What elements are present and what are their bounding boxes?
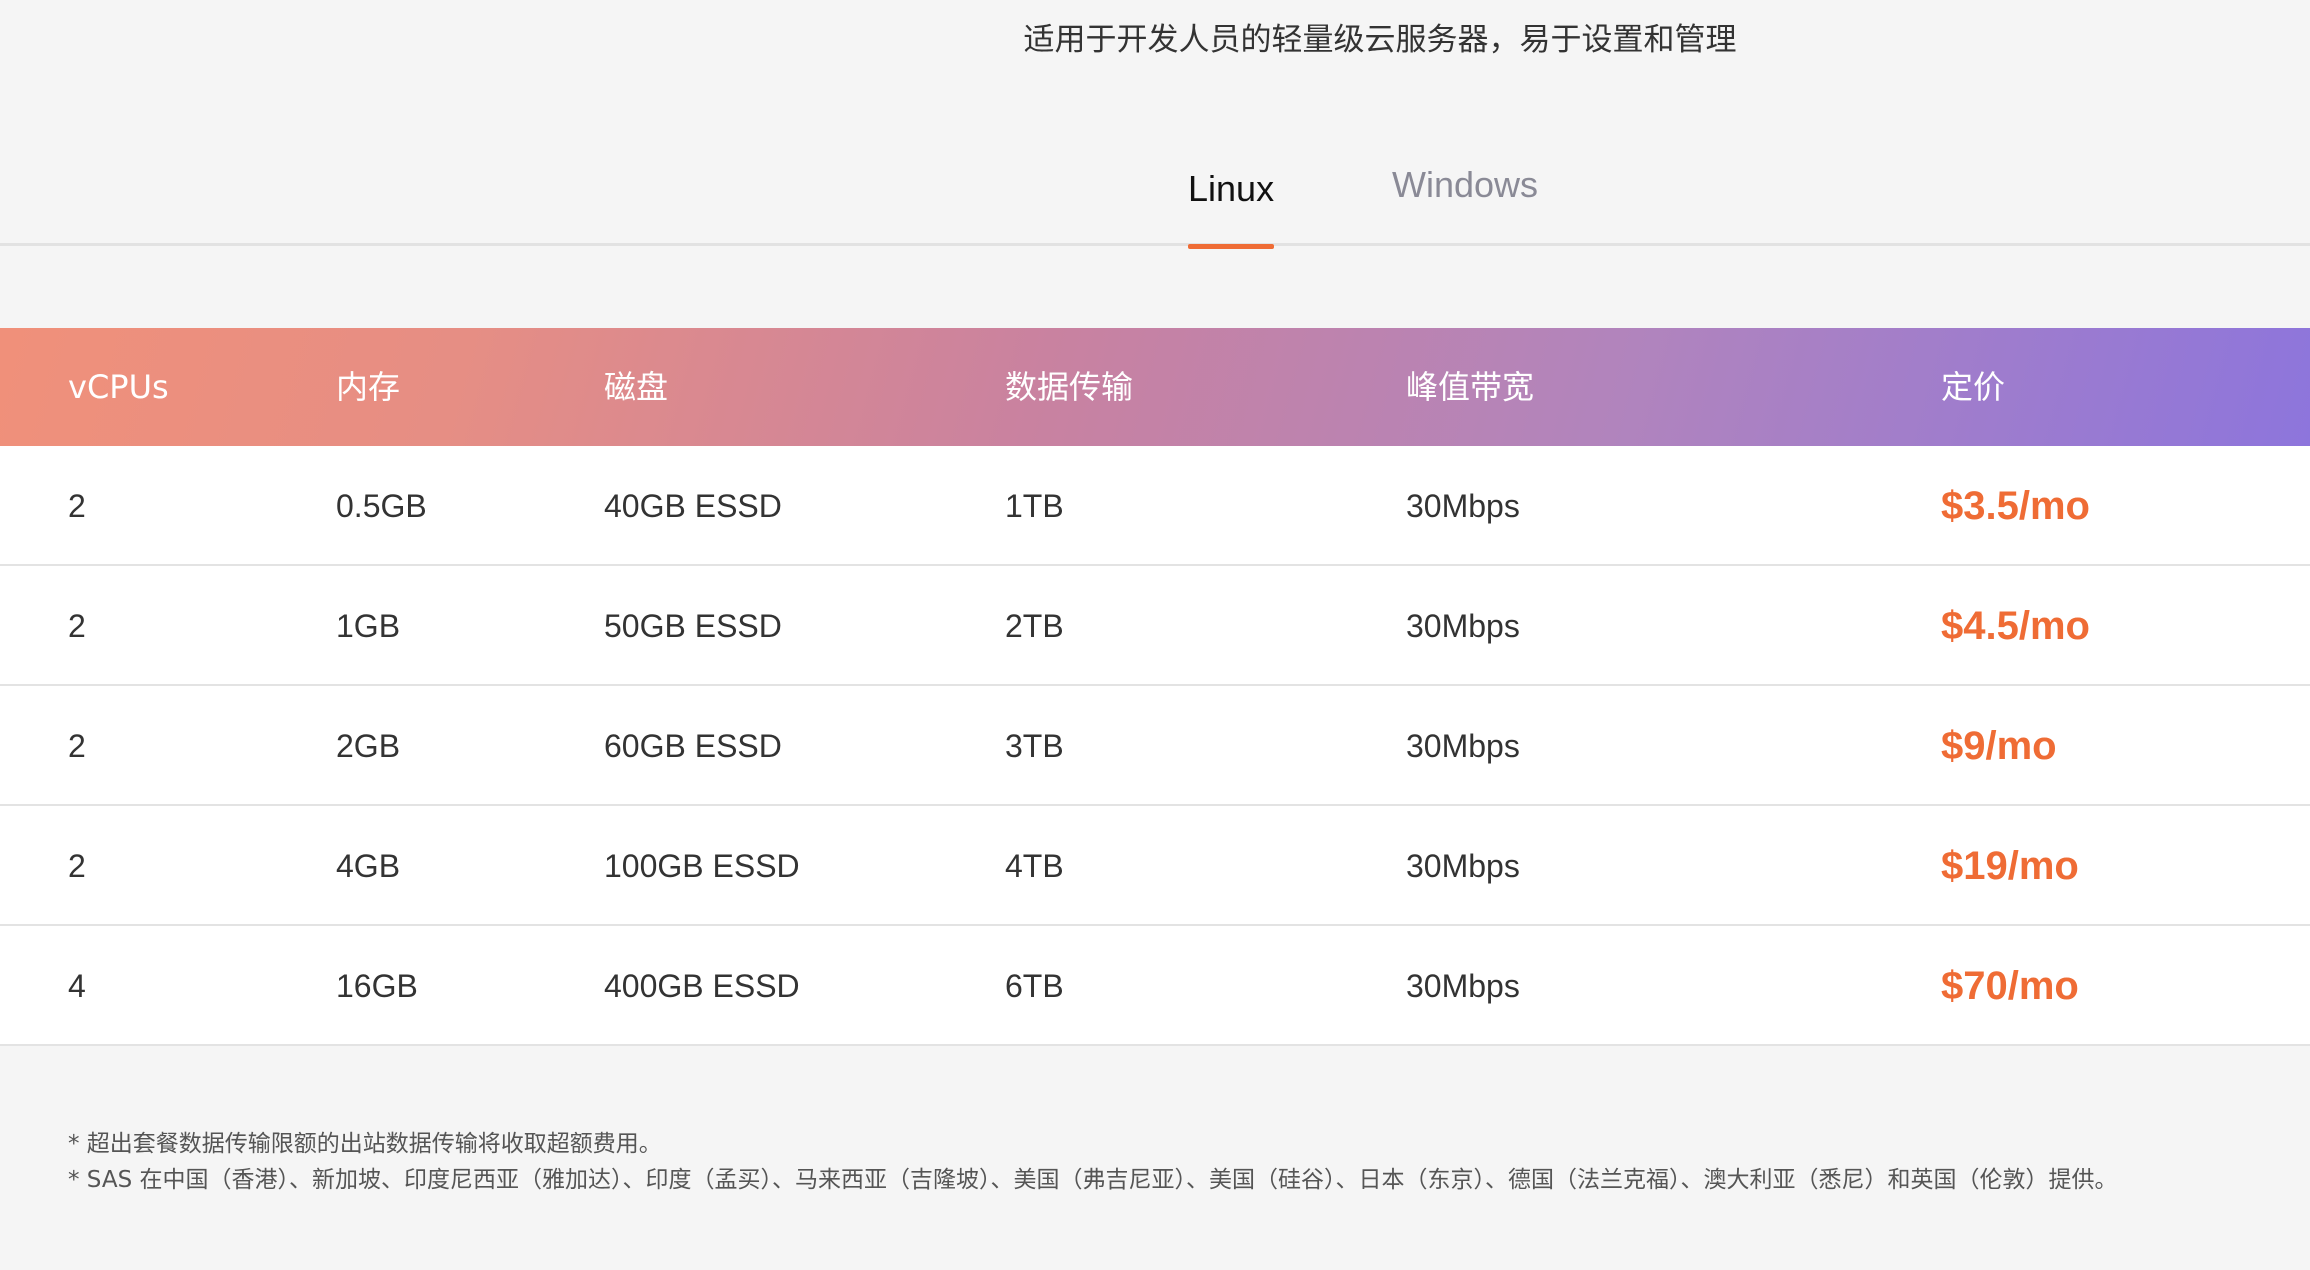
table-row: 4 16GB 400GB ESSD 6TB 30Mbps $70/mo: [0, 926, 2310, 1046]
cell-disk: 100GB ESSD: [604, 848, 800, 884]
column-header-disk: 磁盘: [604, 368, 669, 406]
cell-disk: 60GB ESSD: [604, 728, 782, 764]
tab-windows-label: Windows: [1392, 164, 1539, 205]
cell-price: $19/mo: [1941, 844, 2079, 888]
cell-price: $9/mo: [1941, 724, 2057, 768]
cell-bandwidth: 30Mbps: [1406, 608, 1520, 644]
os-tabs: Linux Windows: [0, 150, 2310, 249]
column-header-price: 定价: [1941, 368, 2006, 406]
cell-vcpus: 2: [68, 728, 86, 764]
cell-disk: 50GB ESSD: [604, 608, 782, 644]
tab-linux-label: Linux: [1188, 168, 1275, 209]
column-header-bandwidth: 峰值带宽: [1406, 368, 1535, 406]
cell-transfer: 4TB: [1005, 848, 1064, 884]
column-header-transfer: 数据传输: [1005, 368, 1134, 406]
cell-memory: 4GB: [336, 848, 401, 884]
cell-transfer: 1TB: [1005, 488, 1064, 524]
cell-memory: 16GB: [336, 968, 418, 1004]
cell-bandwidth: 30Mbps: [1406, 488, 1520, 524]
footnote-overage: * 超出套餐数据传输限额的出站数据传输将收取超额费用。: [68, 1131, 662, 1157]
cell-price: $4.5/mo: [1941, 604, 2090, 648]
table-row: 2 1GB 50GB ESSD 2TB 30Mbps $4.5/mo: [0, 566, 2310, 686]
cell-transfer: 6TB: [1005, 968, 1064, 1004]
cell-bandwidth: 30Mbps: [1406, 848, 1520, 884]
cell-vcpus: 2: [68, 608, 86, 644]
cell-bandwidth: 30Mbps: [1406, 728, 1520, 764]
cell-memory: 0.5GB: [336, 488, 427, 524]
cell-vcpus: 2: [68, 848, 86, 884]
cell-price: $3.5/mo: [1941, 484, 2090, 528]
cell-bandwidth: 30Mbps: [1406, 968, 1520, 1004]
cell-disk: 400GB ESSD: [604, 968, 800, 1004]
tab-windows[interactable]: Windows: [1392, 160, 1538, 242]
column-header-vcpus: vCPUs: [68, 368, 169, 406]
pricing-table: vCPUs 内存 磁盘 数据传输 峰值带宽 定价 2 0.5GB 40GB ES…: [0, 328, 2310, 1046]
tab-linux[interactable]: Linux: [1188, 164, 1275, 249]
cell-memory: 1GB: [336, 608, 401, 644]
table-row: 2 4GB 100GB ESSD 4TB 30Mbps $19/mo: [0, 806, 2310, 926]
footnote-regions: * SAS 在中国（香港）、新加坡、印度尼西亚（雅加达）、印度（孟买）、马来西亚…: [68, 1167, 2118, 1193]
cell-disk: 40GB ESSD: [604, 488, 782, 524]
cell-vcpus: 2: [68, 488, 86, 524]
table-row: 2 2GB 60GB ESSD 3TB 30Mbps $9/mo: [0, 686, 2310, 806]
pricing-page: 适用于开发人员的轻量级云服务器，易于设置和管理 Linux Windows vC…: [0, 0, 2310, 1270]
page-subtitle: 适用于开发人员的轻量级云服务器，易于设置和管理: [1023, 22, 1737, 58]
column-header-memory: 内存: [336, 368, 401, 406]
table-row: 2 0.5GB 40GB ESSD 1TB 30Mbps $3.5/mo: [0, 446, 2310, 566]
cell-transfer: 3TB: [1005, 728, 1064, 764]
footnotes: * 超出套餐数据传输限额的出站数据传输将收取超额费用。 * SAS 在中国（香港…: [68, 1126, 2298, 1198]
table-header: vCPUs 内存 磁盘 数据传输 峰值带宽 定价: [0, 328, 2310, 446]
cell-price: $70/mo: [1941, 964, 2079, 1008]
active-tab-indicator: [1188, 244, 1275, 249]
cell-vcpus: 4: [68, 968, 86, 1004]
cell-transfer: 2TB: [1005, 608, 1064, 644]
cell-memory: 2GB: [336, 728, 401, 764]
